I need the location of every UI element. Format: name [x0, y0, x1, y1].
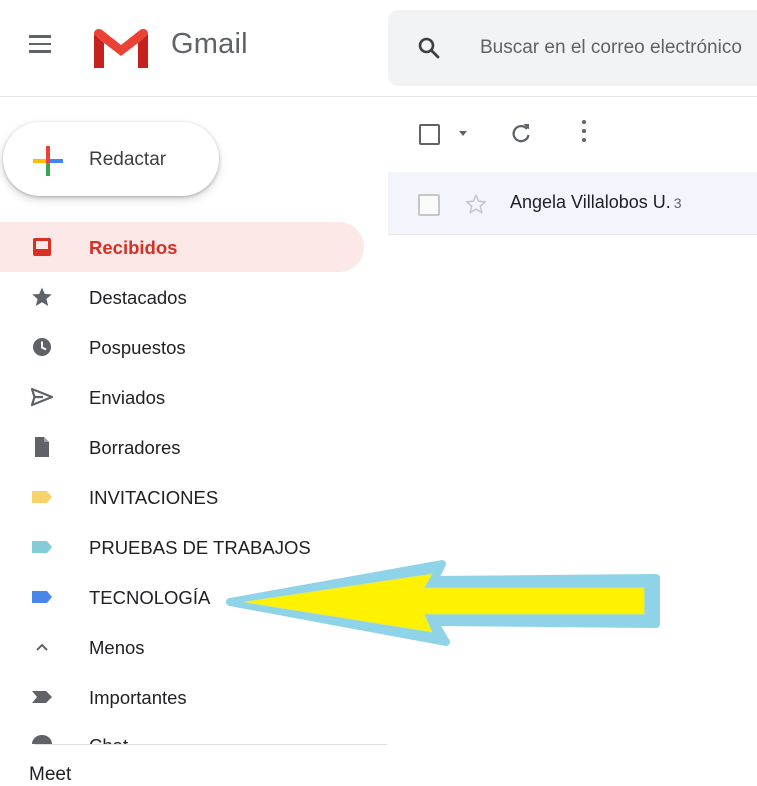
- row-checkbox[interactable]: [418, 194, 440, 216]
- brand-name: Gmail: [171, 28, 248, 60]
- sidebar-item-invitaciones[interactable]: INVITACIONES: [0, 472, 364, 522]
- sender-name: Angela Villalobos U.: [510, 192, 671, 212]
- thread-count: 3: [673, 195, 682, 211]
- gmail-logo-icon[interactable]: [92, 28, 150, 70]
- sidebar-item-label: Destacados: [89, 287, 187, 308]
- email-row[interactable]: Angela Villalobos U. 3: [388, 172, 757, 235]
- sidebar-divider: [35, 744, 387, 745]
- top-header: Gmail: [0, 0, 757, 96]
- select-checkbox[interactable]: [419, 124, 440, 145]
- compose-label: Redactar: [89, 149, 167, 170]
- sidebar-item-label: Importantes: [89, 687, 187, 708]
- clock-icon: [33, 338, 51, 356]
- label-icon: [32, 491, 52, 503]
- email-sender: Angela Villalobos U. 3: [510, 192, 682, 213]
- label-icon: [32, 591, 52, 603]
- refresh-icon[interactable]: [510, 121, 532, 145]
- sidebar-item-recibidos[interactable]: Recibidos: [0, 222, 364, 272]
- more-vert-icon[interactable]: [581, 120, 587, 146]
- sidebar-item-label: Borradores: [89, 437, 181, 458]
- draft-icon: [35, 437, 49, 457]
- sidebar-item-destacados[interactable]: Destacados: [0, 272, 364, 322]
- sidebar-item-label: Menos: [89, 637, 145, 658]
- star-outline-icon[interactable]: [465, 193, 487, 215]
- plus-icon: [33, 146, 63, 176]
- mail-toolbar: [388, 110, 757, 162]
- sidebar-item-label: Pospuestos: [89, 337, 186, 358]
- chevron-up-icon: [36, 643, 48, 651]
- sidebar-item-borradores[interactable]: Borradores: [0, 422, 364, 472]
- meet-section-title: Meet: [29, 764, 72, 785]
- search-input[interactable]: [480, 32, 757, 64]
- sidebar-item-enviados[interactable]: Enviados: [0, 372, 364, 422]
- sidebar-item-label: Chat: [89, 735, 128, 744]
- important-icon: [32, 691, 52, 703]
- annotation-arrow: [226, 560, 660, 646]
- search-bar: [388, 10, 757, 86]
- header-divider: [0, 96, 757, 97]
- label-icon: [32, 541, 52, 553]
- sidebar-item-label: TECNOLOGÍA: [89, 587, 211, 608]
- sidebar-item-importantes[interactable]: Importantes: [0, 672, 364, 722]
- search-icon[interactable]: [418, 37, 440, 59]
- compose-button[interactable]: Redactar: [3, 122, 219, 196]
- sidebar-item-chat[interactable]: Chat: [0, 722, 364, 744]
- sidebar-item-pospuestos[interactable]: Pospuestos: [0, 322, 364, 372]
- inbox-icon: [33, 238, 51, 256]
- star-icon: [32, 287, 52, 306]
- sidebar-item-label: INVITACIONES: [89, 487, 219, 508]
- sidebar-item-label: PRUEBAS DE TRABAJOS: [89, 537, 311, 558]
- select-caret-icon[interactable]: [459, 131, 467, 136]
- sidebar-item-label: Enviados: [89, 387, 166, 408]
- chat-icon: [32, 735, 52, 744]
- send-icon: [31, 387, 53, 407]
- main-menu-icon[interactable]: [29, 35, 51, 53]
- sidebar-item-label: Recibidos: [89, 237, 178, 258]
